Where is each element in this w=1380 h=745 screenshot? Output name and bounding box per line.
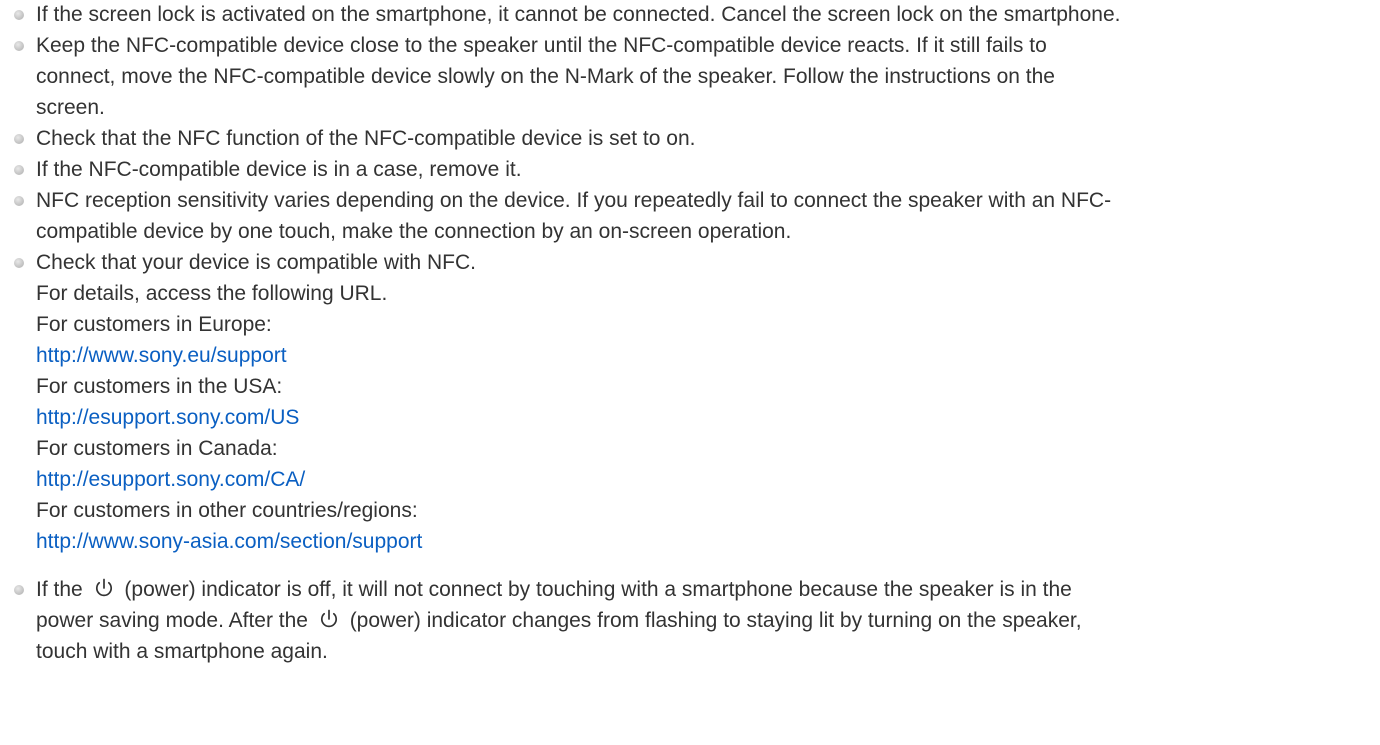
item-text: Check that your device is compatible wit… bbox=[36, 251, 477, 274]
bullet-icon bbox=[14, 165, 24, 175]
list-item-power-indicator: If the (power) indicator is off, it will… bbox=[14, 574, 1376, 667]
list-item-compatibility: Check that your device is compatible wit… bbox=[14, 247, 1376, 574]
item-text-line: touch with a smartphone again. bbox=[36, 640, 328, 663]
bullet-icon bbox=[14, 10, 24, 20]
power-text-part: power saving mode. After the bbox=[36, 609, 308, 632]
power-text-part: (power) indicator is off, it will not co… bbox=[124, 578, 1072, 601]
bullet-icon bbox=[14, 134, 24, 144]
region-label-usa: For customers in the USA: bbox=[36, 375, 283, 398]
item-text: If the NFC-compatible device is in a cas… bbox=[36, 158, 522, 181]
bullet-icon bbox=[14, 41, 24, 51]
item-text-line: If the (power) indicator is off, it will… bbox=[36, 574, 1376, 605]
item-text-line: connect, move the NFC-compatible device … bbox=[36, 65, 1055, 88]
item-text-line: Keep the NFC-compatible device close to … bbox=[36, 34, 1047, 57]
bullet-icon bbox=[14, 585, 24, 595]
item-text-line: compatible device by one touch, make the… bbox=[36, 220, 792, 243]
item-text-line: NFC reception sensitivity varies dependi… bbox=[36, 189, 1112, 212]
power-icon bbox=[91, 577, 117, 599]
region-label-other: For customers in other countries/regions… bbox=[36, 499, 418, 522]
support-link-usa[interactable]: http://esupport.sony.com/US bbox=[36, 402, 1376, 433]
item-text: If the screen lock is activated on the s… bbox=[36, 3, 1121, 26]
support-link-other[interactable]: http://www.sony-asia.com/section/support bbox=[36, 526, 1376, 557]
list-item-nfc-function: Check that the NFC function of the NFC-c… bbox=[14, 123, 1376, 154]
item-text-line: power saving mode. After the (power) ind… bbox=[36, 605, 1376, 636]
region-label-europe: For customers in Europe: bbox=[36, 313, 272, 336]
support-link-europe[interactable]: http://www.sony.eu/support bbox=[36, 340, 1376, 371]
support-link-canada[interactable]: http://esupport.sony.com/CA/ bbox=[36, 464, 1376, 495]
power-text-part: If the bbox=[36, 578, 83, 601]
power-text-part: (power) indicator changes from flashing … bbox=[349, 609, 1082, 632]
list-item-screen-lock: If the screen lock is activated on the s… bbox=[14, 0, 1376, 30]
region-label-canada: For customers in Canada: bbox=[36, 437, 278, 460]
troubleshooting-list: If the screen lock is activated on the s… bbox=[14, 0, 1376, 667]
bullet-icon bbox=[14, 196, 24, 206]
power-icon bbox=[316, 608, 342, 630]
bullet-icon bbox=[14, 258, 24, 268]
list-item-remove-case: If the NFC-compatible device is in a cas… bbox=[14, 154, 1376, 185]
list-item-keep-close: Keep the NFC-compatible device close to … bbox=[14, 30, 1376, 123]
item-text-line: screen. bbox=[36, 96, 105, 119]
item-text: Check that the NFC function of the NFC-c… bbox=[36, 127, 696, 150]
troubleshooting-page: If the screen lock is activated on the s… bbox=[0, 0, 1380, 745]
list-item-sensitivity: NFC reception sensitivity varies dependi… bbox=[14, 185, 1376, 247]
details-text: For details, access the following URL. bbox=[36, 282, 388, 305]
